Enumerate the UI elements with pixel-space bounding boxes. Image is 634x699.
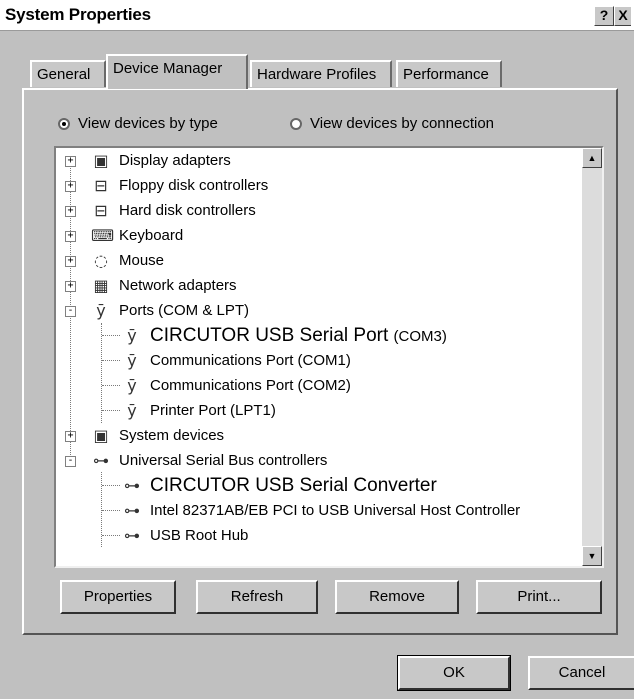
close-button[interactable]: X (614, 6, 631, 26)
tab-device-manager[interactable]: Device Manager (106, 54, 248, 89)
title-bar: System Properties ? X (0, 0, 634, 31)
tab-general[interactable]: General (30, 60, 106, 87)
ok-button[interactable]: OK (397, 655, 511, 691)
tab-performance[interactable]: Performance (396, 60, 502, 87)
window-title: System Properties (5, 5, 151, 24)
device-manager-panel (22, 88, 618, 635)
cancel-button[interactable]: Cancel (528, 656, 634, 690)
help-button[interactable]: ? (594, 6, 614, 26)
tab-hardware-profiles[interactable]: Hardware Profiles (250, 60, 392, 87)
